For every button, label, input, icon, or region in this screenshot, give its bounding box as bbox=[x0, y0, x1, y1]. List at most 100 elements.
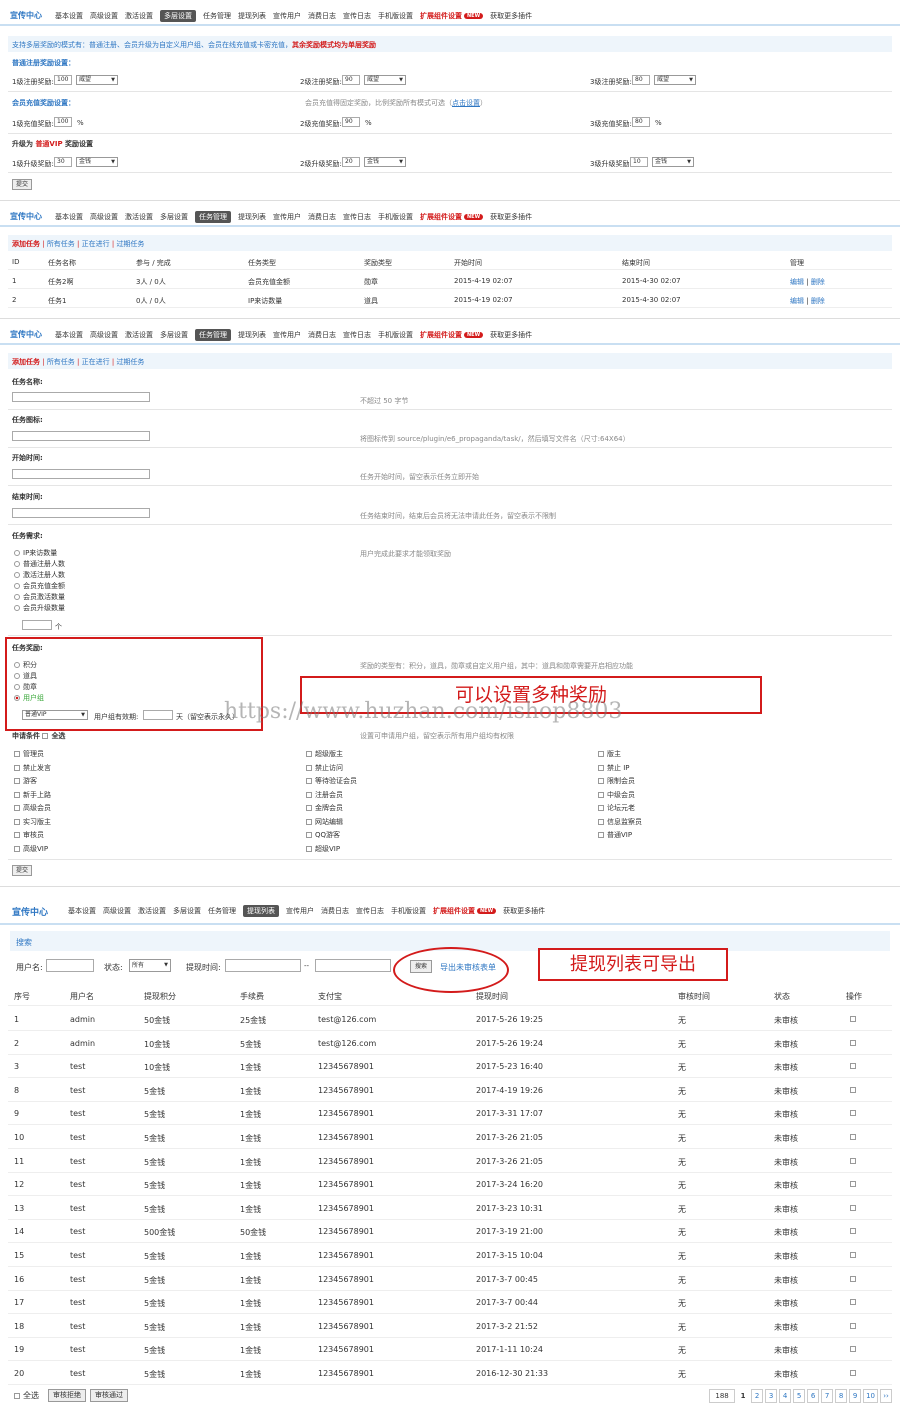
brand-title[interactable]: 宣传中心 bbox=[12, 905, 48, 918]
group-checkbox-item[interactable]: 新手上路 bbox=[14, 790, 51, 800]
delete-link[interactable]: 删除 bbox=[811, 278, 825, 286]
nav-tab[interactable]: 宣传日志 bbox=[343, 212, 371, 222]
group-checkbox-item[interactable]: 限制会员 bbox=[598, 776, 635, 786]
nav-tab[interactable]: 消费日志 bbox=[308, 212, 336, 222]
row-checkbox[interactable] bbox=[850, 1370, 856, 1376]
checkbox[interactable] bbox=[306, 832, 312, 838]
row-checkbox[interactable] bbox=[850, 1157, 856, 1164]
radio-button[interactable] bbox=[14, 673, 20, 679]
group-checkbox-item[interactable]: 网站编辑 bbox=[306, 817, 343, 827]
radio-button[interactable] bbox=[14, 695, 20, 701]
requirement-option[interactable]: 会员激活数量 bbox=[14, 592, 65, 602]
nav-tab[interactable]: 消费日志 bbox=[308, 11, 336, 21]
nav-tab[interactable]: 获取更多插件 bbox=[503, 906, 545, 916]
radio-button[interactable] bbox=[14, 583, 20, 589]
upg-input-3[interactable]: 10 bbox=[630, 157, 648, 167]
radio-button[interactable] bbox=[14, 561, 20, 567]
page-link[interactable]: 9 bbox=[849, 1389, 862, 1403]
row-checkbox[interactable] bbox=[850, 1181, 856, 1188]
checkbox[interactable] bbox=[306, 845, 312, 852]
upg-input-1[interactable]: 30 bbox=[54, 157, 72, 167]
upg-unit-select-3[interactable]: 金钱 bbox=[652, 157, 694, 167]
nav-tab[interactable]: 扩展组件设置 NEW bbox=[433, 906, 497, 916]
nav-tab[interactable]: 多层设置 bbox=[160, 212, 188, 222]
group-select[interactable]: 普通VIP bbox=[22, 710, 88, 720]
requirement-option[interactable]: 会员充值金额 bbox=[14, 581, 65, 591]
pay-input-1[interactable]: 100 bbox=[54, 117, 72, 127]
nav-tab[interactable]: 宣传用户 bbox=[286, 906, 314, 916]
nav-tab[interactable]: 宣传用户 bbox=[273, 212, 301, 222]
checkbox[interactable] bbox=[14, 764, 20, 771]
checkbox[interactable] bbox=[598, 805, 604, 811]
nav-tab[interactable]: 激活设置 bbox=[138, 906, 166, 916]
reg-unit-select-2[interactable]: 威望 bbox=[364, 75, 406, 85]
reg-input-3[interactable]: 80 bbox=[632, 75, 650, 85]
reward-option[interactable]: 用户组 bbox=[14, 693, 44, 703]
group-checkbox-item[interactable]: 禁止发言 bbox=[14, 763, 51, 773]
checkbox[interactable] bbox=[14, 818, 20, 825]
nav-tab[interactable]: 提现列表 bbox=[238, 330, 266, 340]
nav-tab[interactable]: 扩展组件设置 NEW bbox=[420, 11, 484, 21]
group-checkbox-item[interactable]: 注册会员 bbox=[306, 790, 343, 800]
row-checkbox[interactable] bbox=[850, 1299, 856, 1306]
upg-input-2[interactable]: 20 bbox=[342, 157, 360, 167]
nav-tab[interactable]: 手机版设置 bbox=[378, 330, 413, 340]
nav-tab[interactable]: 多层设置 bbox=[160, 10, 196, 22]
checkbox[interactable] bbox=[306, 751, 312, 757]
radio-button[interactable] bbox=[14, 550, 20, 556]
checkbox[interactable] bbox=[14, 751, 20, 757]
group-checkbox-item[interactable]: 高级VIP bbox=[14, 844, 48, 854]
nav-tab[interactable]: 任务管理 bbox=[195, 329, 231, 341]
checkbox[interactable] bbox=[306, 764, 312, 771]
nav-tab[interactable]: 获取更多插件 bbox=[490, 11, 532, 21]
end-time-input[interactable] bbox=[12, 508, 150, 518]
checkbox[interactable] bbox=[598, 751, 604, 757]
checkbox[interactable] bbox=[598, 764, 604, 771]
nav-tab[interactable]: 手机版设置 bbox=[378, 212, 413, 222]
row-checkbox[interactable] bbox=[850, 1039, 856, 1046]
group-checkbox-item[interactable]: 高级会员 bbox=[14, 803, 51, 813]
delete-link[interactable]: 删除 bbox=[811, 297, 825, 305]
nav-tab[interactable]: 宣传日志 bbox=[343, 330, 371, 340]
nav-tab[interactable]: 扩展组件设置 NEW bbox=[420, 330, 484, 340]
row-checkbox[interactable] bbox=[850, 1063, 856, 1070]
row-checkbox[interactable] bbox=[850, 1346, 856, 1353]
checkbox[interactable] bbox=[306, 818, 312, 825]
page-link[interactable]: 7 bbox=[821, 1389, 834, 1403]
page-link[interactable]: 2 bbox=[751, 1389, 764, 1403]
row-checkbox[interactable] bbox=[850, 1275, 856, 1282]
row-checkbox[interactable] bbox=[850, 1134, 856, 1140]
nav-tab[interactable]: 多层设置 bbox=[160, 330, 188, 340]
radio-button[interactable] bbox=[14, 662, 20, 668]
checkbox[interactable] bbox=[14, 778, 20, 784]
nav-tab[interactable]: 任务管理 bbox=[208, 906, 236, 916]
group-checkbox-item[interactable]: 超级VIP bbox=[306, 844, 340, 854]
nav-tab[interactable]: 任务管理 bbox=[195, 211, 231, 223]
subnav-link[interactable]: 正在进行 bbox=[82, 240, 110, 248]
brand-title[interactable]: 宣传中心 bbox=[10, 329, 42, 340]
nav-tab[interactable]: 消费日志 bbox=[321, 906, 349, 916]
nav-tab[interactable]: 任务管理 bbox=[203, 11, 231, 21]
reward-option[interactable]: 积分 bbox=[14, 660, 37, 670]
reg-input-1[interactable]: 100 bbox=[54, 75, 72, 85]
nav-tab[interactable]: 宣传日志 bbox=[343, 11, 371, 21]
group-checkbox-item[interactable]: 禁止访问 bbox=[306, 763, 343, 773]
requirement-option[interactable]: IP来访数量 bbox=[14, 548, 57, 558]
nav-tab[interactable]: 消费日志 bbox=[308, 330, 336, 340]
reg-unit-select-3[interactable]: 威望 bbox=[654, 75, 696, 85]
nav-tab[interactable]: 高级设置 bbox=[90, 330, 118, 340]
nav-tab[interactable]: 提现列表 bbox=[243, 905, 279, 917]
page-link[interactable]: 5 bbox=[793, 1389, 806, 1403]
approve-button[interactable]: 审核通过 bbox=[90, 1389, 128, 1402]
start-time-input[interactable] bbox=[12, 469, 150, 479]
status-select[interactable]: 所有 bbox=[129, 959, 171, 972]
nav-tab[interactable]: 扩展组件设置 NEW bbox=[420, 212, 484, 222]
subnav-link[interactable]: 所有任务 bbox=[47, 240, 75, 248]
group-checkbox-item[interactable]: 金牌会员 bbox=[306, 803, 343, 813]
subnav-link[interactable]: 过期任务 bbox=[116, 240, 144, 248]
group-valid-input[interactable] bbox=[143, 710, 173, 720]
nav-tab[interactable]: 多层设置 bbox=[173, 906, 201, 916]
brand-title[interactable]: 宣传中心 bbox=[10, 10, 42, 21]
nav-tab[interactable]: 基本设置 bbox=[55, 212, 83, 222]
reg-input-2[interactable]: 90 bbox=[342, 75, 360, 85]
